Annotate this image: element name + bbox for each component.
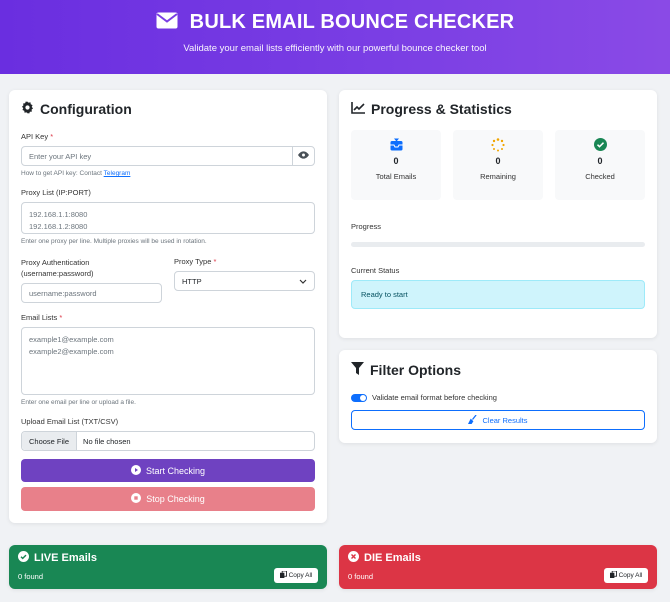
upload-label: Upload Email List (TXT/CSV) [21,417,119,426]
chart-line-icon [351,101,365,117]
page-title: BULK EMAIL BOUNCE CHECKER [189,11,515,33]
progress-label: Progress [351,222,382,231]
page-header: BULK EMAIL BOUNCE CHECKER Validate your … [0,0,670,74]
clear-results-label: Clear Results [482,415,528,425]
progress-title: Progress & Statistics [371,101,512,117]
spinner-icon [491,138,505,152]
die-emails-title: DIE Emails [364,552,421,564]
total-emails-stat: 0 Total Emails [351,130,441,200]
no-file-text: No file chosen [83,436,131,446]
proxy-auth-label: Proxy Authentication (username:password) [21,258,94,278]
checked-value: 0 [597,156,603,166]
status-label: Current Status [351,266,400,275]
remaining-value: 0 [495,156,501,166]
stop-circle-icon [131,493,142,505]
proxy-type-select[interactable]: HTTP [174,271,315,291]
stop-checking-label: Stop Checking [146,494,205,504]
envelope-icon [156,12,178,34]
remaining-label: Remaining [480,172,516,181]
status-alert: Ready to start [351,280,645,309]
proxy-type-label: Proxy Type * [174,257,217,266]
die-emails-card: DIE Emails 0 found Copy All [339,545,657,589]
email-lists-label: Email Lists * [21,313,63,322]
proxy-list-label: Proxy List (IP:PORT) [21,188,91,197]
start-checking-button[interactable]: Start Checking [21,459,315,482]
filter-title: Filter Options [370,362,461,378]
filter-card: Filter Options Validate email format bef… [339,350,657,443]
remaining-stat: 0 Remaining [453,130,543,200]
validate-format-toggle[interactable] [351,393,367,402]
live-emails-card: LIVE Emails 0 found Copy All [9,545,327,589]
live-emails-count: 0 found [18,572,44,581]
gear-icon [21,101,34,117]
progress-card: Progress & Statistics 0 Total Emails 0 R… [339,90,657,338]
api-key-hint: How to get API key: Contact Telegram [21,170,131,177]
inbox-icon [390,138,403,152]
live-copy-all-button[interactable]: Copy All [274,568,318,583]
page-subtitle: Validate your email lists efficiently wi… [183,43,487,54]
api-key-label: API Key * [21,132,54,141]
total-emails-label: Total Emails [375,172,417,181]
choose-file-button[interactable]: Choose File [22,432,78,450]
stop-checking-button[interactable]: Stop Checking [21,487,315,511]
checked-label: Checked [585,172,615,181]
chevron-down-icon [299,277,307,286]
configuration-title: Configuration [40,101,132,117]
telegram-link[interactable]: Telegram [104,170,131,177]
live-emails-title: LIVE Emails [34,552,97,564]
proxy-type-value: HTTP [182,276,202,286]
play-circle-icon [130,464,141,477]
filter-icon [351,362,364,378]
total-emails-value: 0 [393,156,399,166]
start-checking-label: Start Checking [145,465,206,476]
clear-results-button[interactable]: Clear Results [351,410,645,430]
validate-format-label: Validate email format before checking [372,393,497,402]
email-lists-textarea[interactable]: example1@example.com example2@example.co… [21,327,315,395]
x-circle-icon [348,551,359,565]
checked-stat: 0 Checked [555,130,645,200]
proxy-list-textarea[interactable]: 192.168.1.1:8080 192.168.1.2:8080 [21,202,315,234]
api-key-input[interactable]: Enter your API key [21,146,293,166]
die-emails-count: 0 found [348,572,374,581]
copy-icon [609,570,617,580]
file-upload-input[interactable]: Choose File No file chosen [21,431,315,451]
email-lists-hint: Enter one email per line or upload a fil… [21,399,136,406]
eye-icon [298,151,309,161]
check-circle-icon [18,551,29,565]
check-circle-icon [593,138,607,152]
die-copy-all-button[interactable]: Copy All [604,568,648,583]
copy-icon [279,570,287,580]
proxy-auth-input[interactable]: username:password [21,283,162,303]
progress-bar [351,242,645,247]
configuration-card: Configuration API Key * Enter your API k… [9,90,327,523]
toggle-visibility-button[interactable] [292,146,315,166]
proxy-list-hint: Enter one proxy per line. Multiple proxi… [21,238,207,245]
broom-icon [468,414,478,426]
